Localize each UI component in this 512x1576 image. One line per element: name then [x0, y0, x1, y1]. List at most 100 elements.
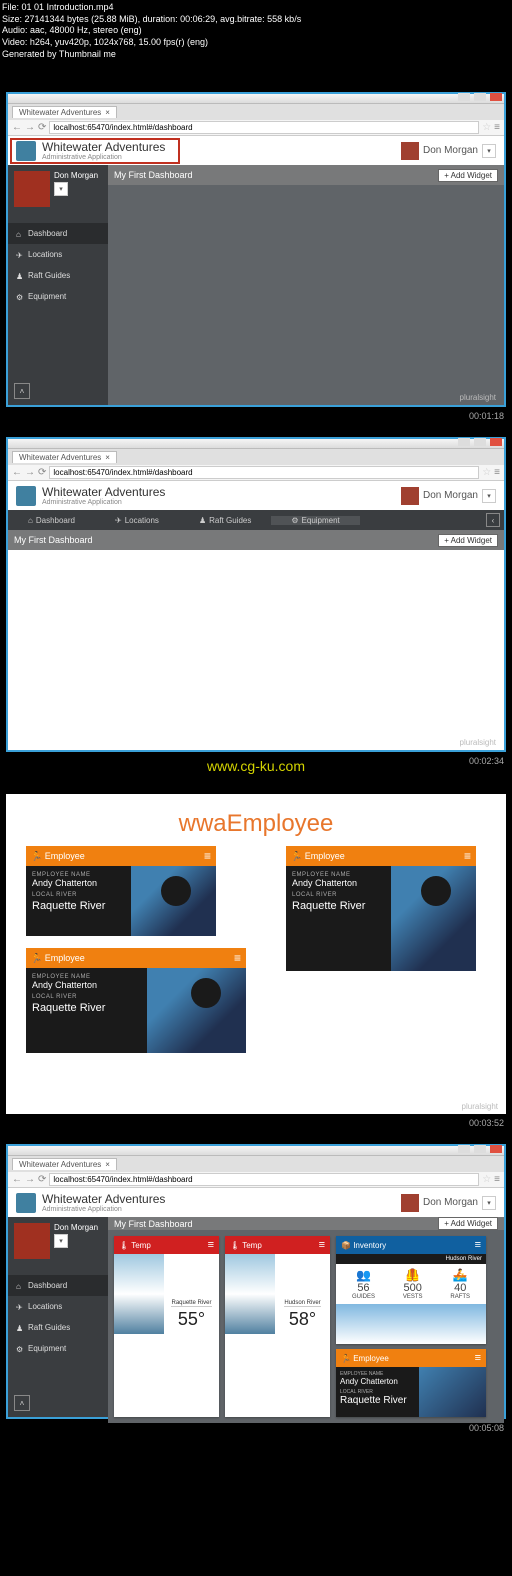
temp-value: 55°: [178, 1309, 205, 1330]
address-input[interactable]: [49, 1173, 479, 1186]
sidebar-item-locations[interactable]: ✈ Locations: [8, 244, 108, 265]
browser-window: Whitewater Adventures × ← → ⟳ ☆ ≡ Whitew…: [6, 92, 506, 407]
branding-bar: Whitewater Adventures Administrative App…: [8, 481, 504, 510]
run-icon: 🏃: [31, 953, 42, 963]
sidebar-user-caret[interactable]: ▾: [54, 182, 68, 196]
run-icon: 🏃: [31, 851, 42, 861]
sidebar-item-equipment[interactable]: ⚙ Equipment: [8, 286, 108, 307]
hnav-collapse-button[interactable]: ‹: [486, 513, 500, 527]
thumbnail-2: Whitewater Adventures × ← → ⟳ ☆ ≡ Whitew…: [0, 437, 512, 752]
main-content: My First Dashboard + Add Widget: [108, 165, 504, 405]
sidebar-collapse-button[interactable]: ˄: [14, 1395, 30, 1411]
sidebar-item-dashboard[interactable]: ⌂ Dashboard: [8, 223, 108, 244]
page-content: Whitewater Adventures Administrative App…: [8, 136, 504, 405]
employee-photo: [419, 1367, 487, 1417]
thumbnail-4: Whitewater Adventures × ← → ⟳ ☆ ≡ Whitew…: [0, 1144, 512, 1419]
sidebar-item-raft-guides[interactable]: ♟ Raft Guides: [8, 265, 108, 286]
back-icon[interactable]: ←: [12, 1174, 22, 1185]
forward-icon[interactable]: →: [25, 467, 35, 478]
add-widget-button[interactable]: + Add Widget: [438, 169, 498, 182]
employee-photo: [391, 866, 477, 971]
sidebar-item-label: Dashboard: [28, 229, 67, 238]
sidebar-username: Don Morgan: [54, 1223, 98, 1232]
menu-icon[interactable]: ≡: [494, 122, 500, 133]
gear-icon: ⚙: [291, 516, 298, 525]
user-name: Don Morgan: [423, 145, 478, 156]
inventory-widget: 📦 Inventory≡ Hudson River 👥56GUIDES 🦺500…: [336, 1236, 486, 1344]
hamburger-icon[interactable]: ≡: [464, 849, 471, 863]
browser-tab[interactable]: Whitewater Adventures ×: [12, 1158, 117, 1170]
user-menu-caret[interactable]: ▾: [482, 144, 496, 158]
plane-icon: ✈: [16, 251, 24, 259]
user-menu-caret[interactable]: ▾: [482, 1196, 496, 1210]
hnav-label: Equipment: [302, 516, 340, 525]
tab-close-icon[interactable]: ×: [105, 108, 110, 117]
hamburger-icon[interactable]: ≡: [319, 1239, 325, 1251]
add-widget-button[interactable]: + Add Widget: [438, 534, 498, 547]
sidebar-item-dashboard[interactable]: ⌂ Dashboard: [8, 1275, 108, 1296]
address-input[interactable]: [49, 466, 479, 479]
reload-icon[interactable]: ⟳: [38, 467, 46, 478]
add-widget-button[interactable]: + Add Widget: [438, 1217, 498, 1230]
back-icon[interactable]: ←: [12, 467, 22, 478]
menu-icon[interactable]: ≡: [494, 467, 500, 478]
hnav-item-locations[interactable]: ✈ Locations: [95, 516, 179, 525]
browser-tab[interactable]: Whitewater Adventures ×: [12, 106, 117, 118]
reload-icon[interactable]: ⟳: [38, 1174, 46, 1185]
back-icon[interactable]: ←: [12, 122, 22, 133]
sidebar-user: Don Morgan ▾: [8, 165, 108, 213]
hamburger-icon[interactable]: ≡: [208, 1239, 214, 1251]
minimize-button[interactable]: [458, 1145, 470, 1153]
sidebar-username: Don Morgan: [54, 171, 98, 180]
tab-close-icon[interactable]: ×: [105, 1160, 110, 1169]
minimize-button[interactable]: [458, 93, 470, 101]
slide: wwaEmployee 🏃 Employee ≡ EMPLOYEE NAME A…: [6, 794, 506, 1114]
meta-line: Audio: aac, 48000 Hz, stereo (eng): [2, 25, 510, 37]
address-input[interactable]: [49, 121, 479, 134]
dashboard-header: My First Dashboard + Add Widget: [108, 165, 504, 185]
sidebar-item-raft-guides[interactable]: ♟ Raft Guides: [8, 1317, 108, 1338]
thermometer-icon: 🌡: [230, 1241, 240, 1250]
hamburger-icon[interactable]: ≡: [234, 951, 241, 965]
hnav-item-dashboard[interactable]: ⌂ Dashboard: [8, 516, 95, 525]
tab-close-icon[interactable]: ×: [105, 453, 110, 462]
sidebar-item-label: Dashboard: [28, 1281, 67, 1290]
sidebar-item-equipment[interactable]: ⚙ Equipment: [8, 1338, 108, 1359]
minimize-button[interactable]: [458, 438, 470, 446]
sidebar: Don Morgan ▾ ⌂ Dashboard ✈ Locations: [8, 1217, 108, 1417]
url-bar: ← → ⟳ ☆ ≡: [8, 1172, 504, 1188]
bookmark-icon[interactable]: ☆: [482, 467, 491, 478]
hamburger-icon[interactable]: ≡: [475, 1239, 481, 1251]
employee-river: Raquette River: [292, 900, 385, 912]
hamburger-icon[interactable]: ≡: [204, 849, 211, 863]
user-menu-caret[interactable]: ▾: [482, 489, 496, 503]
bookmark-icon[interactable]: ☆: [482, 1174, 491, 1185]
widget-title: Inventory: [353, 1241, 386, 1250]
bookmark-icon[interactable]: ☆: [482, 122, 491, 133]
sidebar-item-locations[interactable]: ✈ Locations: [8, 1296, 108, 1317]
forward-icon[interactable]: →: [25, 122, 35, 133]
sidebar-collapse-button[interactable]: ˄: [14, 383, 30, 399]
dashboard-header: My First Dashboard + Add Widget: [8, 530, 504, 550]
forward-icon[interactable]: →: [25, 1174, 35, 1185]
close-button[interactable]: [490, 93, 502, 101]
app-title: Whitewater Adventures: [42, 485, 165, 499]
reload-icon[interactable]: ⟳: [38, 122, 46, 133]
hamburger-icon[interactable]: ≡: [475, 1352, 481, 1364]
user-avatar: [401, 487, 419, 505]
box-icon: 📦: [341, 1241, 351, 1250]
widget-title: Employee: [353, 1354, 389, 1363]
close-button[interactable]: [490, 438, 502, 446]
maximize-button[interactable]: [474, 438, 486, 446]
hnav-item-equipment[interactable]: ⚙ Equipment: [271, 516, 359, 525]
maximize-button[interactable]: [474, 1145, 486, 1153]
hnav-item-raft-guides[interactable]: ♟ Raft Guides: [179, 516, 271, 525]
menu-icon[interactable]: ≡: [494, 1174, 500, 1185]
browser-tab[interactable]: Whitewater Adventures ×: [12, 451, 117, 463]
maximize-button[interactable]: [474, 93, 486, 101]
thermometer-icon: 🌡: [119, 1241, 129, 1250]
inventory-stats: 👥56GUIDES 🦺500VESTS 🚣40RAFTS: [336, 1264, 486, 1304]
close-button[interactable]: [490, 1145, 502, 1153]
sidebar-user-caret[interactable]: ▾: [54, 1234, 68, 1248]
page-content: Whitewater Adventures Administrative App…: [8, 1188, 504, 1417]
